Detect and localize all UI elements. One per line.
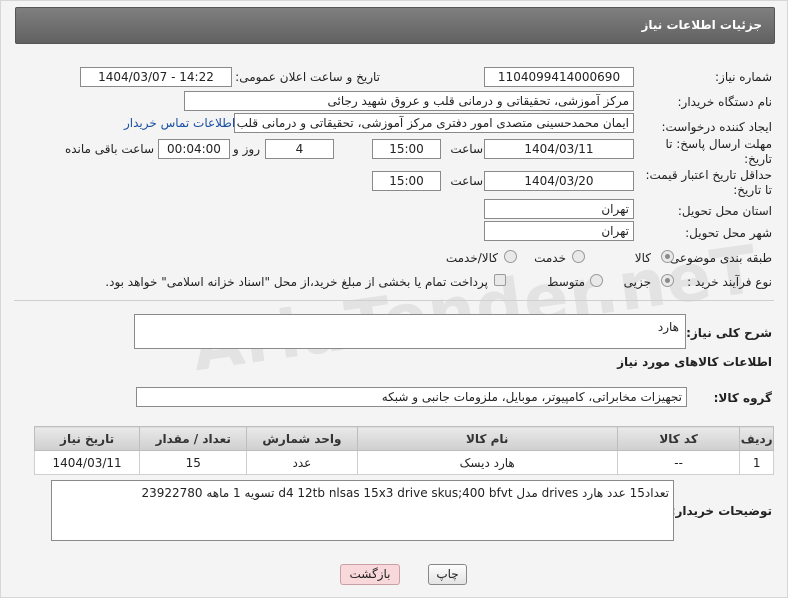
print-button[interactable]: چاپ bbox=[428, 564, 467, 585]
category-radio-service[interactable] bbox=[572, 250, 585, 263]
cell-name: هارد دیسک bbox=[356, 450, 618, 475]
col-date: تاریخ نیاز bbox=[33, 426, 141, 451]
col-qty: تعداد / مقدار bbox=[139, 426, 248, 451]
process-option-medium: متوسط bbox=[547, 275, 585, 289]
cell-code: -- bbox=[616, 450, 741, 475]
process-label: نوع فرآیند خرید : bbox=[687, 275, 772, 289]
buyer-notes-textarea[interactable]: تعداد15 عدد هارد drives مدل d4 12tb nlsa… bbox=[51, 480, 674, 541]
remaining-time-field[interactable]: 00:04:00 bbox=[158, 139, 230, 159]
min-price-time-label: ساعت bbox=[450, 174, 483, 188]
col-unit: واحد شمارش bbox=[246, 426, 358, 451]
table-row[interactable]: 1 -- هارد دیسک عدد 15 1404/03/11 bbox=[33, 450, 774, 475]
deadline-label: مهلت ارسال پاسخ: تا تاریخ: bbox=[665, 137, 772, 166]
category-option-goods-service: کالا/خدمت bbox=[445, 251, 498, 265]
contact-info-link[interactable]: اطلاعات تماس خریدار bbox=[124, 116, 235, 130]
goods-table-header: ردیف کد کالا نام کالا واحد شمارش تعداد /… bbox=[33, 426, 774, 451]
creator-field[interactable]: ایمان محمدحسینی متصدی امور دفتری مرکز آم… bbox=[234, 113, 634, 133]
goods-group-field[interactable]: تجهیزات مخابراتی، کامپیوتر، موبایل، ملزو… bbox=[136, 387, 687, 407]
days-label: روز و bbox=[233, 142, 260, 156]
city-label: شهر محل تحویل: bbox=[685, 226, 772, 240]
min-price-date-field[interactable]: 1404/03/20 bbox=[484, 171, 634, 191]
cell-row: 1 bbox=[739, 450, 774, 475]
buyer-notes-label: توضیحات خریدار: bbox=[670, 504, 772, 518]
buyer-notes-text: تعداد15 عدد هارد drives مدل d4 12tb nlsa… bbox=[141, 486, 669, 500]
announce-label: تاریخ و ساعت اعلان عمومی: bbox=[235, 70, 380, 84]
min-price-time-field[interactable]: 15:00 bbox=[372, 171, 441, 191]
summary-textarea[interactable]: هارد bbox=[134, 314, 686, 349]
remaining-label: ساعت باقی مانده bbox=[64, 142, 154, 156]
process-option-minor: جزیی bbox=[623, 275, 651, 289]
province-label: استان محل تحویل: bbox=[677, 204, 772, 218]
category-option-service: خدمت bbox=[534, 251, 566, 265]
goods-section-title: اطلاعات کالاهای مورد نیاز bbox=[617, 355, 772, 369]
cell-unit: عدد bbox=[246, 450, 358, 475]
goods-group-label: گروه کالا: bbox=[713, 391, 772, 405]
page-title: جزئیات اطلاعات نیاز bbox=[641, 18, 762, 32]
process-radio-medium[interactable] bbox=[590, 274, 603, 287]
min-price-label: حداقل تاریخ اعتبار قیمت: تا تاریخ: bbox=[645, 168, 772, 197]
process-radio-minor[interactable] bbox=[661, 274, 674, 287]
divider bbox=[14, 300, 774, 301]
category-radio-goods[interactable] bbox=[661, 250, 674, 263]
category-label: طبقه بندی موضوعی: bbox=[665, 251, 772, 265]
province-field[interactable]: تهران bbox=[484, 199, 634, 219]
city-field[interactable]: تهران bbox=[484, 221, 634, 241]
buyer-org-label: نام دستگاه خریدار: bbox=[677, 95, 773, 109]
need-number-field[interactable]: 1104099414000690 bbox=[484, 67, 634, 87]
days-field[interactable]: 4 bbox=[265, 139, 334, 159]
treasury-payment-note: پرداخت تمام یا بخشی از مبلغ خرید،از محل … bbox=[105, 275, 488, 289]
creator-label: ایجاد کننده درخواست: bbox=[661, 120, 772, 134]
goods-table: ردیف کد کالا نام کالا واحد شمارش تعداد /… bbox=[33, 426, 774, 475]
col-row: ردیف bbox=[739, 426, 774, 451]
category-option-goods: کالا bbox=[634, 251, 651, 265]
deadline-time-label: ساعت bbox=[450, 142, 483, 156]
panel-titlebar: جزئیات اطلاعات نیاز bbox=[15, 7, 775, 44]
category-radio-goods-service[interactable] bbox=[504, 250, 517, 263]
buyer-org-field[interactable]: مرکز آموزشی، تحقیقاتی و درمانی قلب و عرو… bbox=[184, 91, 634, 111]
summary-text: هارد bbox=[657, 320, 679, 334]
col-name: نام کالا bbox=[356, 426, 618, 451]
need-number-label: شماره نیاز: bbox=[715, 70, 772, 84]
treasury-payment-checkbox[interactable] bbox=[494, 274, 506, 286]
cell-date: 1404/03/11 bbox=[33, 450, 141, 475]
announce-field[interactable]: 1404/03/07 - 14:22 bbox=[80, 67, 232, 87]
back-button[interactable]: بازگشت bbox=[340, 564, 400, 585]
deadline-time-field[interactable]: 15:00 bbox=[372, 139, 441, 159]
summary-label: شرح کلی نیاز: bbox=[686, 326, 772, 340]
cell-qty: 15 bbox=[139, 450, 248, 475]
col-code: کد کالا bbox=[616, 426, 741, 451]
deadline-date-field[interactable]: 1404/03/11 bbox=[484, 139, 634, 159]
